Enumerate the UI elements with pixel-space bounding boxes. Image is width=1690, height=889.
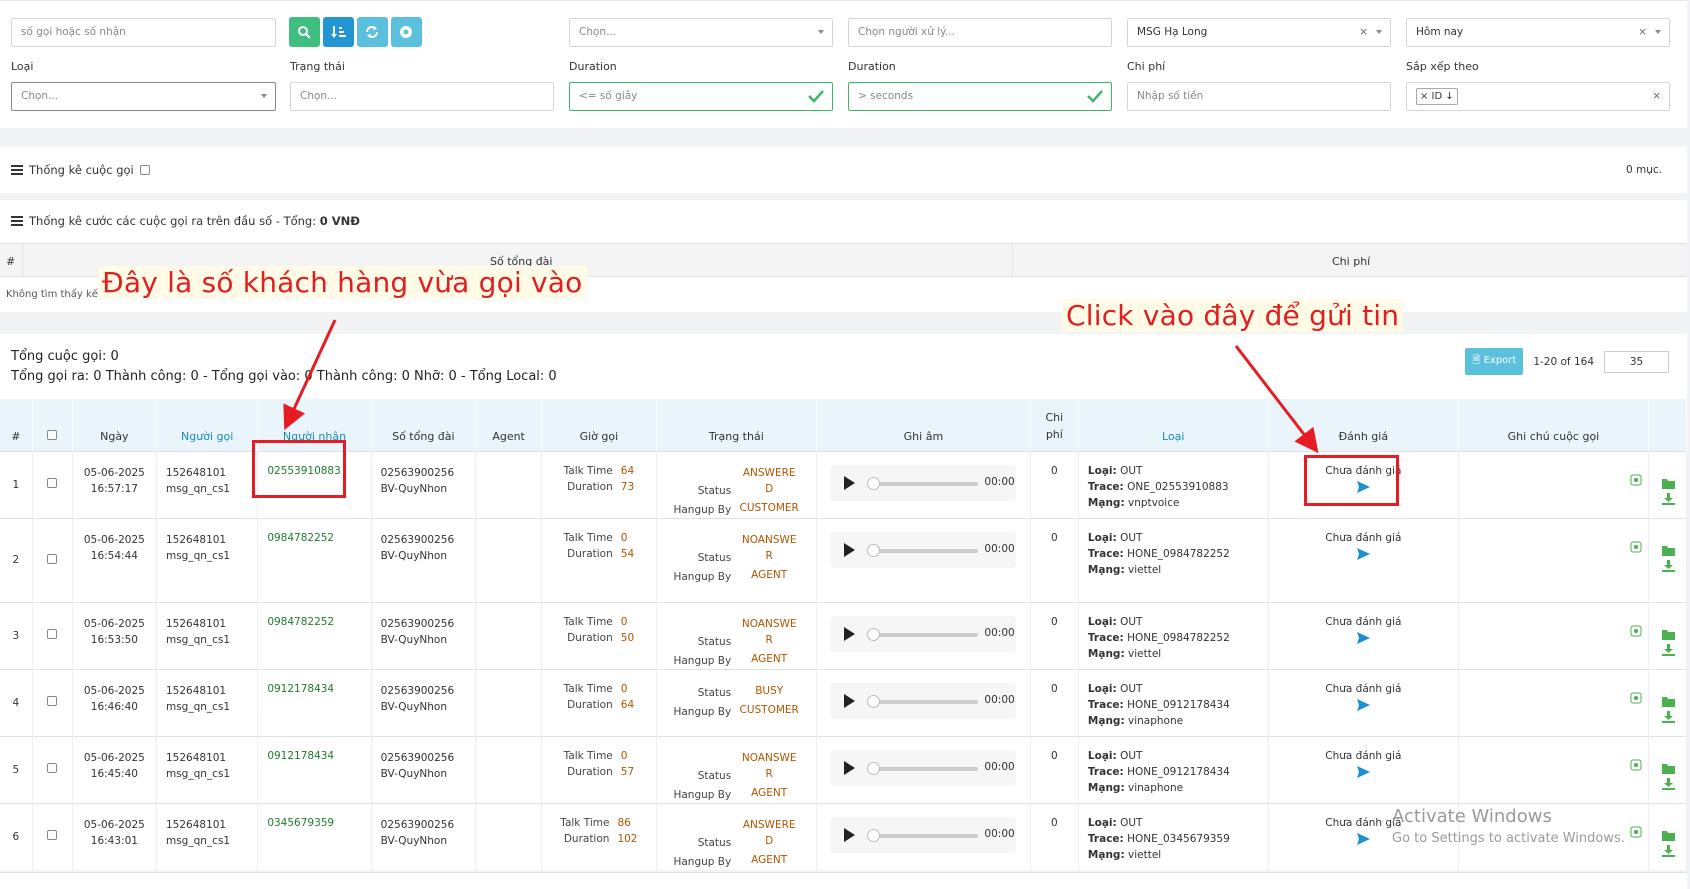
arrow-right [1234, 345, 1319, 454]
annotation-arrows [283, 319, 1319, 454]
watermark-sub: Go to Settings to activate Windows. [1392, 831, 1625, 846]
watermark-title: Activate Windows [1392, 806, 1552, 827]
arrow-left [283, 319, 337, 431]
windows-watermark: Activate Windows Go to Settings to activ… [1392, 806, 1625, 846]
